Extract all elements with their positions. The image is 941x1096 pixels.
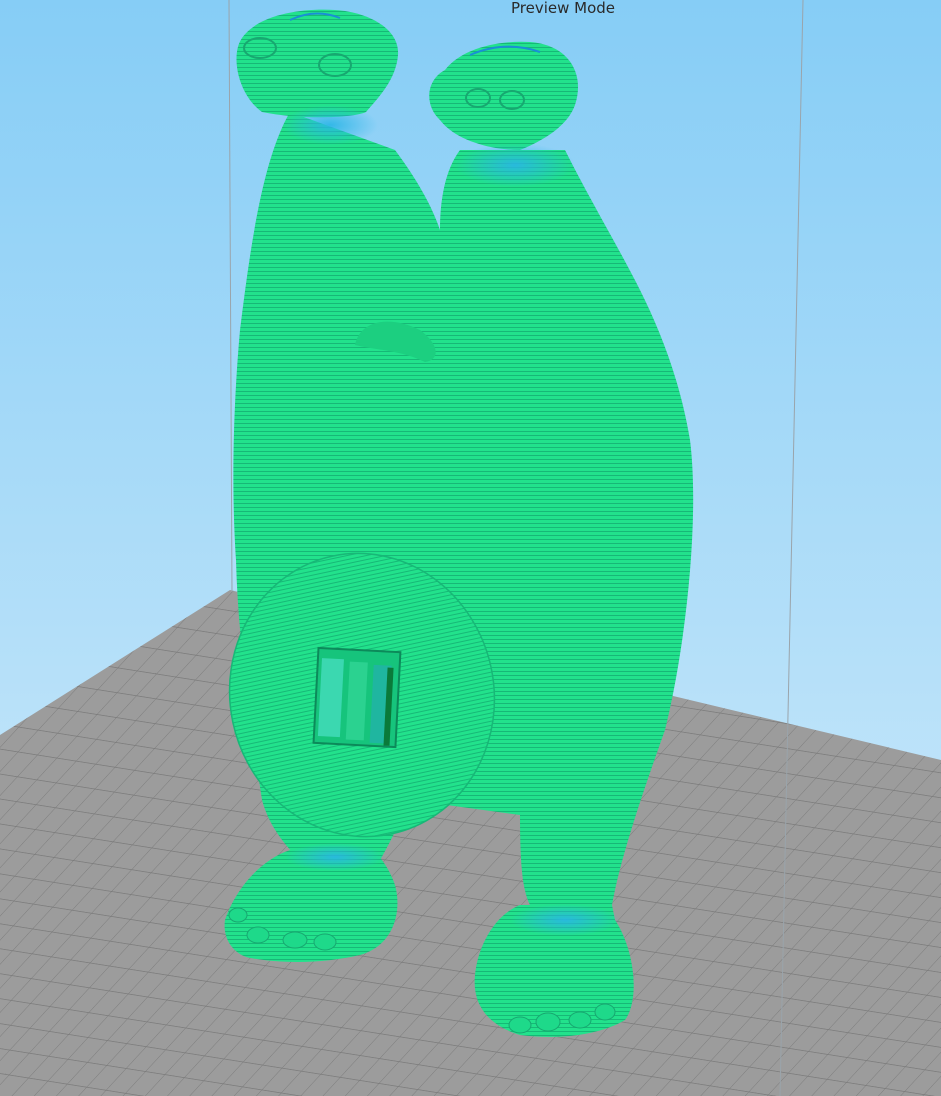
model-plate-slot [312, 646, 402, 749]
ankle-shade-left [285, 843, 385, 871]
model-left-head [236, 9, 399, 118]
3d-preview-viewport[interactable]: Preview Mode [0, 0, 941, 1096]
ankle-shade-right [510, 904, 620, 936]
neck-shade-left [282, 105, 378, 145]
neck-shade-right [455, 143, 575, 187]
